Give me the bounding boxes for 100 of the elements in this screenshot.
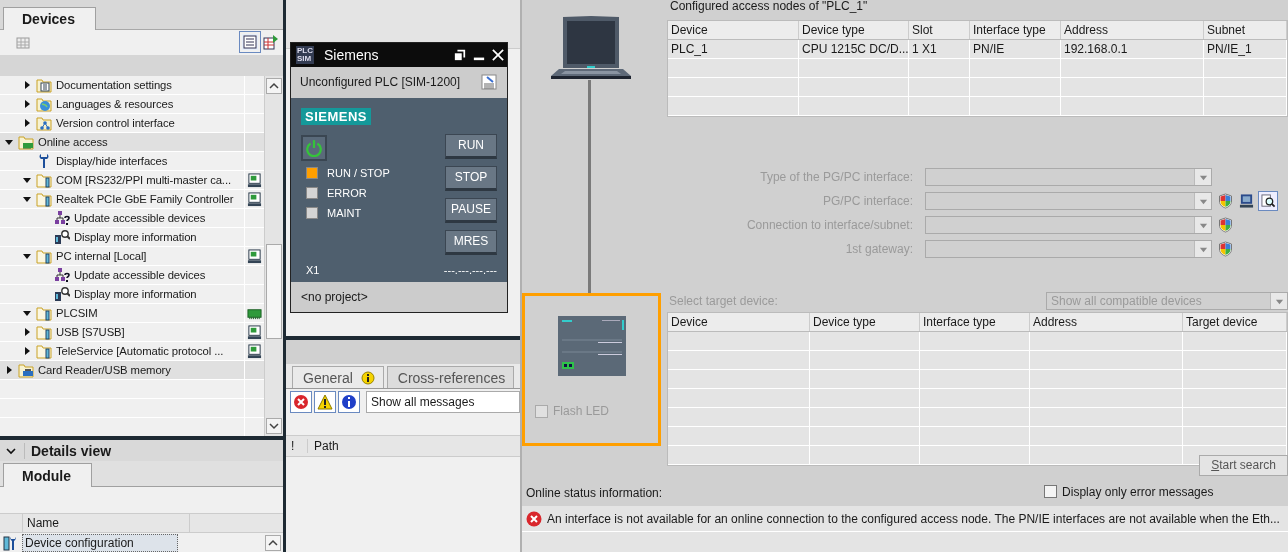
folder-icon [36,172,52,189]
tree-item[interactable]: Display more information [74,231,197,244]
column-header[interactable]: Subnet [1204,21,1287,39]
table-cell: CPU 1215C DC/D... [799,40,909,58]
network-folder-icon [36,115,52,132]
scroll-up-button[interactable] [265,534,281,551]
close-icon[interactable] [492,48,504,61]
column-header[interactable]: Address [1030,313,1183,331]
card-folder-icon [18,134,34,151]
led-label: RUN / STOP [327,166,390,179]
error-filter-button[interactable] [290,391,312,413]
tree-item[interactable]: Documentation settings [56,79,172,92]
column-header[interactable]: Device [668,21,799,39]
section-label: Online status information: [526,486,663,500]
warning-filter-button[interactable] [314,391,336,413]
panel-tab[interactable]: Module [3,462,92,487]
ip-address: ---.---.---.--- [443,264,497,277]
table-title: Configured access nodes of "PLC_1" [669,0,869,15]
mode-button[interactable]: PAUSE [445,197,497,223]
tree-item[interactable]: Languages & resources [56,98,174,111]
app-badge: PLC SIM [296,45,314,64]
inspector-tab[interactable]: General [292,366,384,388]
tree-item[interactable]: Update accessible devices [74,212,206,225]
folder-icon [36,248,52,265]
search-button[interactable] [1258,191,1278,211]
tree-item[interactable]: PLCSIM [56,307,98,320]
laptop-drawing[interactable] [550,15,631,80]
tree-item[interactable]: Realtek PCIe GbE Family Controller [56,193,234,206]
restore-icon[interactable] [454,48,466,61]
column-header[interactable]: Address [1061,21,1204,39]
table-arrow-icon[interactable] [263,34,279,51]
error-icon [526,510,542,527]
list-view-icon[interactable] [242,34,258,51]
inspector-tab[interactable]: Cross-references [386,366,515,388]
scroll-up-button[interactable] [266,78,282,95]
column-header[interactable]: Path [308,439,339,453]
expand-arrow-icon[interactable] [4,365,14,376]
table-cell[interactable]: Device configuration [22,533,178,552]
drive-folder-icon [18,362,34,379]
chevron-icon[interactable] [6,445,16,456]
message-filter-dropdown[interactable]: Show all messages [366,391,520,413]
expand-arrow-icon[interactable] [22,99,32,110]
shield-icon[interactable] [1218,217,1233,233]
column-header[interactable]: Target device [1183,313,1287,331]
folder-icon [36,305,52,322]
folder-icon [36,191,52,208]
network-question-icon [54,267,70,284]
column-header[interactable]: ! [286,439,308,453]
tree-item[interactable]: Version control interface [56,117,175,130]
scroll-down-button[interactable] [266,418,282,435]
checkbox[interactable] [1044,485,1058,499]
expand-arrow-icon[interactable] [22,118,32,129]
tree-item[interactable]: Display/hide interfaces [56,155,168,168]
power-button[interactable] [301,134,327,161]
column-header[interactable]: Device type [810,313,920,331]
expand-arrow-icon[interactable] [22,346,32,357]
column-header[interactable]: Slot [909,21,970,39]
status-message: An interface is not available for an online connection to the configured access node. The PN/IE interfaces are not available when the Eth... [547,511,1280,526]
table-cell: PLC_1 [668,40,799,58]
tree-item[interactable]: Update accessible devices [74,269,206,282]
scrollbar-thumb[interactable] [266,244,282,340]
column-header[interactable]: Interface type [920,313,1030,331]
panel-title: Details view [24,442,112,459]
mode-button[interactable]: STOP [445,165,497,191]
tree-item[interactable]: TeleService [Automatic protocol ... [56,345,224,358]
start-search-button[interactable]: Start search [1199,454,1288,476]
expand-arrow-icon[interactable] [22,80,32,91]
plc-name: Unconfigured PLC [SIM-1200] [300,75,461,90]
folder-icon [36,343,52,360]
computer-icon[interactable] [1239,193,1254,209]
tree-item[interactable]: PC internal [Local] [56,250,147,263]
plc-drawing[interactable] [557,316,626,376]
table-cell: 1 X1 [909,40,970,58]
led-label: ERROR [327,186,367,199]
column-header[interactable]: Device type [799,21,909,39]
mode-button[interactable]: MRES [445,229,497,255]
tree-item[interactable]: Online access [38,136,108,149]
table-cell: 192.168.0.1 [1061,40,1204,58]
document-icon[interactable] [481,74,497,91]
globe-folder-icon [36,96,52,113]
tree-item[interactable]: Display more information [74,288,197,301]
window-title: Siemens [324,46,379,63]
mode-button[interactable]: RUN [445,133,497,159]
info-filter-button[interactable] [338,391,360,413]
table-cell: PN/IE [970,40,1061,58]
shield-icon[interactable] [1218,241,1233,257]
led-label: MAINT [327,206,362,219]
shield-icon[interactable] [1218,193,1233,209]
checkbox-label: Display only error messages [1062,484,1214,499]
network-question-icon [54,210,70,227]
folder-icon [36,324,52,341]
column-header[interactable]: Interface type [970,21,1061,39]
port-label: X1 [306,264,320,277]
panel-tab[interactable]: Devices [3,7,96,30]
brand-label: SIEMENS [301,107,371,125]
tree-item[interactable]: USB [S7USB] [56,326,125,339]
table-cell: PN/IE_1 [1204,40,1287,58]
tree-item[interactable]: COM [RS232/PPI multi-master ca... [56,174,231,187]
expand-arrow-icon[interactable] [22,327,32,338]
column-header[interactable]: Device [668,313,810,331]
